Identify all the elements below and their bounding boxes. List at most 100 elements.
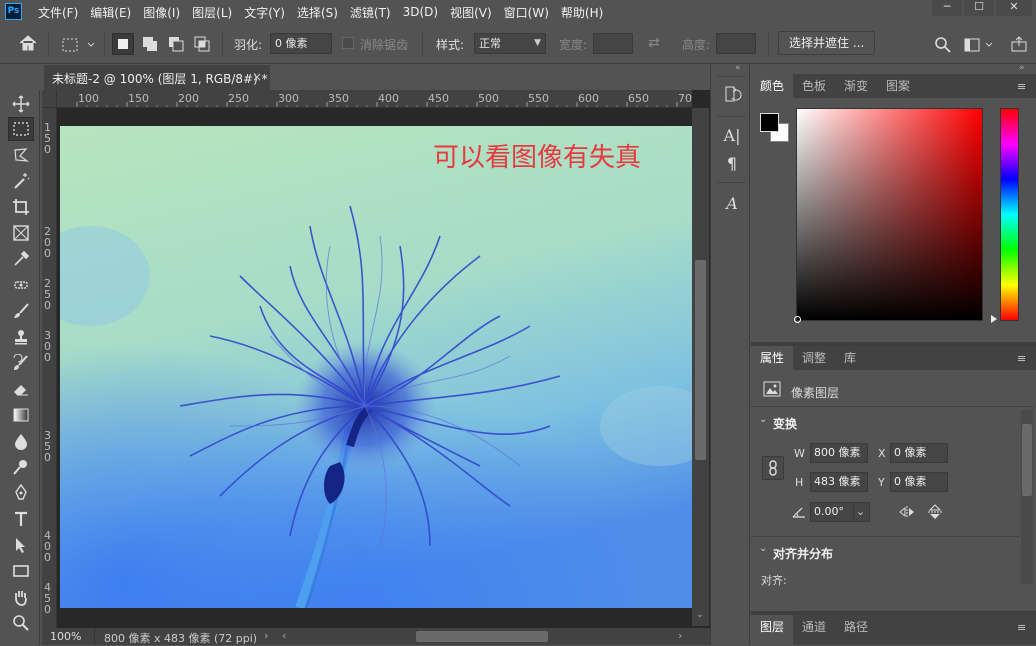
transform-section-title[interactable]: 变换 (773, 415, 797, 432)
menu-help[interactable]: 帮助(H) (555, 4, 609, 21)
vertical-ruler[interactable]: 1 5 0 2 0 0 2 5 0 3 0 0 3 5 0 4 0 0 4 5 … (42, 108, 57, 628)
status-menu-arrow-icon[interactable]: › (264, 629, 268, 642)
horizontal-scroll-thumb[interactable] (416, 631, 548, 642)
intersect-selection-icon[interactable] (192, 34, 212, 57)
vertical-scrollbar[interactable]: ⌄ (692, 108, 709, 626)
swap-icon[interactable]: ⇄ (648, 35, 660, 51)
color-picker-field[interactable] (794, 108, 983, 323)
foreground-color-swatch[interactable] (760, 113, 779, 132)
eyedropper-tool-icon[interactable] (8, 247, 34, 271)
properties-menu-icon[interactable]: ≡ (1017, 352, 1026, 365)
document-image[interactable]: 可以看图像有失真 (60, 126, 692, 608)
panel-menu-icon[interactable]: ≡ (1017, 80, 1026, 93)
document-tab[interactable]: 未标题-2 @ 100% (图层 1, RGB/8#) * × (44, 64, 270, 90)
properties-scroll-thumb[interactable] (1022, 424, 1032, 496)
scroll-left-icon[interactable]: ‹ (282, 629, 286, 642)
menu-3d[interactable]: 3D(D) (397, 5, 444, 19)
history-brush-tool-icon[interactable] (8, 351, 34, 375)
move-tool-icon[interactable] (8, 92, 34, 116)
tab-libraries[interactable]: 库 (835, 346, 865, 370)
x-field[interactable]: 0 像素 (890, 443, 948, 463)
path-selection-tool-icon[interactable] (8, 533, 34, 557)
width-input[interactable] (593, 33, 633, 54)
zoom-level[interactable]: 100% (50, 630, 81, 643)
chevron-down-icon[interactable]: ⌄ (853, 503, 867, 521)
close-window-button[interactable]: ✕ (996, 0, 1032, 16)
clone-stamp-tool-icon[interactable] (8, 325, 34, 349)
crop-tool-icon[interactable] (8, 195, 34, 219)
menu-filter[interactable]: 滤镜(T) (344, 4, 397, 21)
new-selection-icon[interactable] (112, 33, 134, 55)
ruler-origin[interactable] (42, 90, 57, 108)
height-input[interactable] (716, 33, 756, 54)
dodge-tool-icon[interactable] (8, 455, 34, 479)
menu-layer[interactable]: 图层(L) (186, 4, 238, 21)
tab-layers[interactable]: 图层 (751, 615, 794, 645)
chevron-down-icon[interactable]: ⌄ (759, 414, 767, 425)
hue-slider-handle[interactable] (991, 315, 997, 323)
menu-image[interactable]: 图像(I) (137, 4, 186, 21)
character-panel-icon[interactable]: A| (721, 126, 743, 148)
paragraph-panel-icon[interactable]: ¶ (721, 154, 743, 176)
style-select[interactable]: 正常 ▼ (474, 33, 546, 54)
marquee-preset-icon[interactable] (60, 36, 100, 54)
minimize-button[interactable]: ─ (932, 0, 962, 16)
menu-window[interactable]: 窗口(W) (498, 4, 555, 21)
add-selection-icon[interactable] (140, 34, 160, 57)
flip-horizontal-icon[interactable] (898, 505, 916, 522)
tab-gradients[interactable]: 渐变 (835, 74, 877, 98)
home-icon[interactable] (18, 34, 38, 55)
angle-field[interactable]: 0.00° ⌄ (810, 502, 870, 522)
subtract-selection-icon[interactable] (166, 34, 186, 57)
select-and-mask-button[interactable]: 选择并遮住 ... (778, 31, 876, 55)
horizontal-ruler[interactable]: 100 150 200 250 300 350 400 450 500 550 … (57, 90, 692, 108)
close-tab-icon[interactable]: × (252, 70, 262, 84)
menu-file[interactable]: 文件(F) (32, 4, 84, 21)
pen-tool-icon[interactable] (8, 481, 34, 505)
expand-icon[interactable]: « (735, 63, 741, 73)
feather-input[interactable]: 0 像素 (270, 33, 332, 54)
search-icon[interactable] (934, 36, 952, 57)
magic-wand-tool-icon[interactable] (8, 169, 34, 193)
collapse-panels-icon[interactable]: » (1019, 63, 1025, 73)
scroll-down-icon[interactable]: ⌄ (696, 610, 704, 620)
brush-tool-icon[interactable] (8, 299, 34, 323)
tab-channels[interactable]: 通道 (793, 615, 835, 645)
hue-slider[interactable] (1000, 108, 1019, 321)
eraser-tool-icon[interactable] (8, 377, 34, 401)
menu-type[interactable]: 文字(Y) (238, 4, 291, 21)
history-panel-icon[interactable] (721, 84, 743, 106)
healing-brush-tool-icon[interactable] (8, 273, 34, 297)
hand-tool-icon[interactable] (8, 585, 34, 609)
tab-swatches[interactable]: 色板 (793, 74, 835, 98)
vertical-scroll-thumb[interactable] (695, 260, 706, 460)
align-section-title[interactable]: 对齐并分布 (773, 545, 833, 562)
zoom-tool-icon[interactable] (8, 611, 34, 635)
rectangle-tool-icon[interactable] (8, 559, 34, 583)
flip-vertical-icon[interactable] (927, 504, 943, 523)
link-dimensions-icon[interactable] (762, 456, 784, 480)
menu-view[interactable]: 视图(V) (444, 4, 498, 21)
antialias-checkbox[interactable] (342, 37, 354, 49)
properties-scrollbar[interactable] (1021, 410, 1033, 584)
tab-adjustments[interactable]: 调整 (793, 346, 835, 370)
blur-tool-icon[interactable] (8, 429, 34, 453)
y-field[interactable]: 0 像素 (890, 472, 948, 492)
tab-color[interactable]: 颜色 (751, 74, 794, 98)
gradient-tool-icon[interactable] (8, 403, 34, 427)
color-picker-cursor[interactable] (794, 316, 801, 323)
tab-patterns[interactable]: 图案 (877, 74, 919, 98)
lasso-tool-icon[interactable] (8, 143, 34, 167)
menu-edit[interactable]: 编辑(E) (84, 4, 137, 21)
workspace-icon[interactable] (964, 36, 998, 57)
layers-menu-icon[interactable]: ≡ (1017, 621, 1026, 634)
marquee-tool-icon[interactable] (8, 117, 34, 141)
type-tool-icon[interactable] (8, 507, 34, 531)
glyphs-panel-icon[interactable]: A (721, 194, 743, 216)
frame-tool-icon[interactable] (8, 221, 34, 245)
chevron-down-icon[interactable]: ⌄ (759, 543, 767, 554)
maximize-button[interactable]: ☐ (964, 0, 994, 16)
tab-properties[interactable]: 属性 (751, 346, 794, 370)
menu-select[interactable]: 选择(S) (291, 4, 344, 21)
height-field[interactable]: 483 像素 (810, 472, 868, 492)
